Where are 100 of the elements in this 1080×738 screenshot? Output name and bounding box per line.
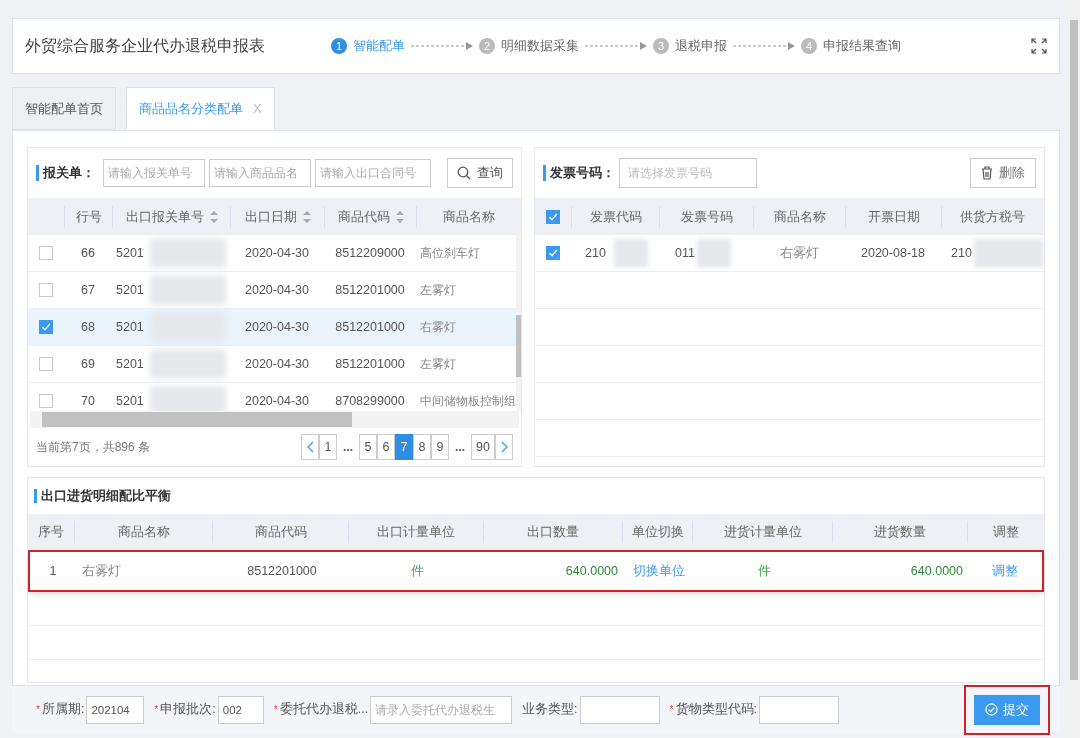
table-cell: 左雾灯 <box>420 357 456 370</box>
column-header: 商品名称 <box>773 207 826 226</box>
column-header: 出口数量 <box>527 523 579 541</box>
check-circle-icon <box>984 703 998 716</box>
table-cell: 8512201000 <box>335 319 405 334</box>
column-header: 供货方税号 <box>960 207 1026 226</box>
search-button[interactable]: 查询 <box>447 158 513 188</box>
table-cell-text: 5201 <box>116 244 144 262</box>
sort-icon[interactable] <box>209 210 218 223</box>
scrollbar[interactable] <box>30 411 519 428</box>
checkbox[interactable] <box>39 246 53 260</box>
search-icon <box>457 166 471 180</box>
step-label[interactable]: 申报结果查询 <box>823 36 901 56</box>
checkbox[interactable] <box>39 357 53 371</box>
field-label: 委托代办退税... <box>279 701 369 719</box>
page-button[interactable]: 9 <box>431 434 450 460</box>
column-header: 调整 <box>992 523 1019 541</box>
delete-button[interactable]: 删除 <box>969 158 1036 188</box>
step-label[interactable]: 退税申报 <box>675 36 727 56</box>
table-cell: 8708299000 <box>335 393 405 408</box>
page-button[interactable]: 7 <box>395 434 414 460</box>
step-label[interactable]: 明细数据采集 <box>501 36 579 56</box>
page-button[interactable]: 90 <box>471 434 495 460</box>
table-cell-text: 5201 <box>116 392 144 410</box>
table-cell-text: 210 <box>951 244 972 262</box>
page-button[interactable]: 6 <box>377 434 396 460</box>
table-cell: 8512201000 <box>335 282 405 297</box>
sort-icon[interactable] <box>395 210 404 223</box>
scrollbar[interactable] <box>516 235 521 411</box>
column-header: 发票号码 <box>680 207 733 226</box>
column-header: 开票日期 <box>867 207 920 226</box>
table-cell: 1 <box>49 563 57 578</box>
column-header: 序号 <box>38 523 64 541</box>
section-label: 发票号码： <box>550 164 615 183</box>
column-header: 单位切换 <box>631 523 684 541</box>
checkbox[interactable] <box>546 209 560 224</box>
table-cell: 8512209000 <box>335 245 405 260</box>
required-mark: * <box>273 703 278 717</box>
input-field[interactable] <box>759 695 839 724</box>
column-header: 出口计量单位 <box>377 523 455 541</box>
ellipsis: ... <box>455 439 466 456</box>
checkbox[interactable] <box>39 394 53 408</box>
table-cell: 2020-04-30 <box>245 393 309 408</box>
table-cell: 件 <box>411 563 424 578</box>
page-button[interactable]: 1 <box>319 434 338 460</box>
input-field[interactable]: 请输入商品品名 <box>209 159 311 187</box>
table-cell: 67 <box>81 282 95 297</box>
checkbox[interactable] <box>546 246 560 260</box>
scrollbar[interactable] <box>1067 0 1080 738</box>
redaction-blur <box>613 239 648 267</box>
table-cell: 8512201000 <box>335 356 405 371</box>
table-cell-text: 5201 <box>116 281 144 299</box>
input-field[interactable]: 请输入出口合同号 <box>315 159 431 187</box>
table-cell: 2020-04-30 <box>245 356 309 371</box>
page-button[interactable]: 8 <box>413 434 432 460</box>
input-field[interactable]: 002 <box>217 695 264 724</box>
table-cell: 右雾灯 <box>779 245 819 260</box>
table-cell: 8512201000 <box>247 563 317 578</box>
step-number: 3 <box>653 38 669 54</box>
redaction-blur <box>696 239 731 267</box>
table-cell: 68 <box>81 319 95 334</box>
ellipsis: ... <box>343 439 354 456</box>
table-cell-text: 5201 <box>116 318 144 336</box>
input-field[interactable]: 202104 <box>86 695 145 724</box>
column-header: 进货计量单位 <box>723 523 802 541</box>
column-header[interactable]: 商品名称 <box>443 206 495 227</box>
page-button[interactable]: 5 <box>359 434 378 460</box>
table-cell: 高位刹车灯 <box>420 246 480 259</box>
column-header: 进货数量 <box>874 523 926 541</box>
next-page-button[interactable] <box>495 434 513 460</box>
page-summary: 当前第7页，共896 条 <box>36 439 151 456</box>
input-field[interactable]: 请选择发票号码 <box>619 158 757 188</box>
column-header[interactable]: 出口报关单号 <box>125 206 204 227</box>
field-label: 所属期: <box>41 701 85 719</box>
page-title: 外贸综合服务企业代办退税申报表 <box>25 36 266 56</box>
section-title: 出口进货明细配比平衡 <box>41 487 171 505</box>
table-cell-text: 5201 <box>116 355 144 373</box>
table-cell: 70 <box>81 393 95 408</box>
table-cell: 2020-08-18 <box>861 245 925 260</box>
input-field[interactable]: 请输入报关单号 <box>103 159 205 187</box>
checkbox[interactable] <box>39 283 53 297</box>
column-header[interactable]: 行号 <box>75 206 102 227</box>
column-header: 商品名称 <box>117 523 170 541</box>
fullscreen-icon[interactable] <box>1030 38 1047 54</box>
column-header[interactable]: 商品代码 <box>337 206 390 227</box>
tab-label: 智能配单首页 <box>25 99 103 118</box>
column-header[interactable]: 出口日期 <box>244 206 297 227</box>
table-cell: 640.0000 <box>910 563 963 578</box>
required-mark: * <box>154 703 159 717</box>
input-field[interactable]: 请录入委托代办退税生 <box>370 695 513 724</box>
tab[interactable]: 智能配单首页 <box>12 87 116 130</box>
table-cell: 2020-04-30 <box>245 245 309 260</box>
table-cell: 右雾灯 <box>82 563 121 578</box>
input-field[interactable] <box>579 695 660 724</box>
field-label: 货物类型代码: <box>675 701 757 719</box>
table-cell: 件 <box>757 563 771 578</box>
table-cell: 中间储物板控制组 <box>420 394 516 407</box>
tab-label: 商品品名分类配单 <box>139 99 243 118</box>
sort-icon[interactable] <box>302 210 311 223</box>
checkbox[interactable] <box>39 320 53 334</box>
